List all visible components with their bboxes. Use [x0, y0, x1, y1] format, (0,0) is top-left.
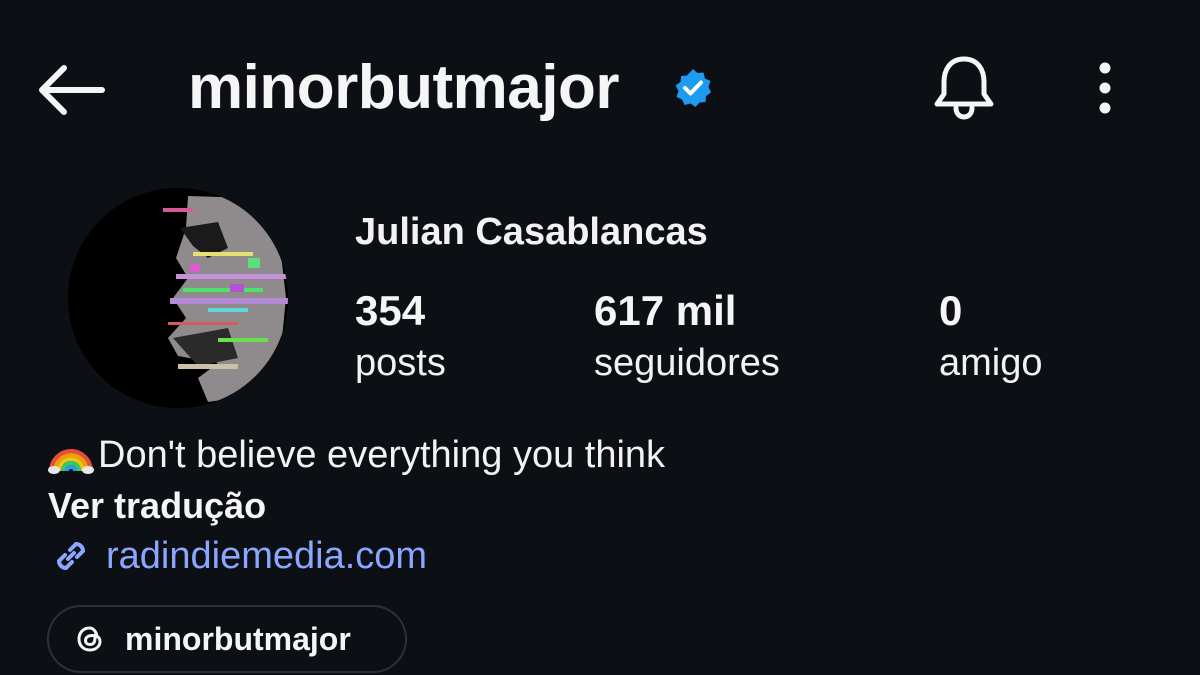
see-translation-link[interactable]: Ver tradução: [48, 484, 266, 528]
bio-text: Don't believe everything you think: [98, 434, 666, 476]
posts-count: 354: [355, 287, 426, 334]
profile-bio: Don't believe everything you think: [48, 432, 665, 478]
profile-full-name: Julian Casablancas: [355, 211, 708, 253]
verified-badge-icon: [672, 67, 714, 109]
friends-count: 0: [939, 287, 963, 334]
arrow-left-icon: [39, 65, 105, 115]
posts-stat[interactable]: 354 posts: [355, 286, 446, 388]
friends-stat[interactable]: 0 amigo: [939, 286, 1043, 388]
more-vertical-icon: [1099, 62, 1111, 114]
posts-label: posts: [355, 342, 446, 384]
followers-stat[interactable]: 617 mil seguidores: [594, 286, 780, 388]
back-button[interactable]: [30, 50, 110, 130]
avatar-image: [68, 188, 288, 408]
more-options-button[interactable]: [1080, 56, 1130, 120]
threads-profile-chip[interactable]: minorbutmajor: [47, 605, 407, 673]
bell-icon: [934, 56, 994, 120]
profile-username: minorbutmajor: [188, 53, 619, 122]
rainbow-emoji-icon: [48, 449, 94, 474]
threads-username: minorbutmajor: [125, 621, 351, 657]
avatar[interactable]: [68, 188, 288, 408]
link-icon: [56, 541, 86, 571]
profile-website-link[interactable]: radindiemedia.com: [48, 532, 427, 580]
followers-count: 617 mil: [594, 287, 737, 334]
notifications-button[interactable]: [928, 52, 1000, 124]
threads-icon: [77, 626, 102, 652]
followers-label: seguidores: [594, 342, 780, 384]
website-link-text: radindiemedia.com: [106, 535, 428, 577]
friends-label: amigo: [939, 342, 1043, 384]
